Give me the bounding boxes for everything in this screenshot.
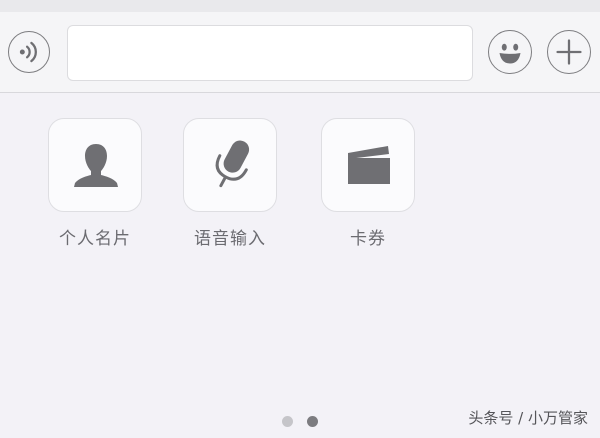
voice-input-tile[interactable]	[183, 118, 277, 212]
business-card-tile[interactable]	[48, 118, 142, 212]
emoji-button[interactable]	[488, 30, 532, 74]
watermark-text: 头条号 / 小万管家	[468, 409, 588, 427]
person-icon	[74, 144, 118, 187]
tool-voice-input[interactable]: 语音输入	[182, 118, 278, 249]
tool-label: 个人名片	[59, 229, 131, 249]
tool-coupon[interactable]: 卡券	[320, 118, 416, 249]
tool-label: 语音输入	[194, 229, 266, 249]
chat-input-bar	[0, 12, 600, 93]
coupon-tile[interactable]	[321, 118, 415, 212]
page-indicator	[282, 416, 322, 428]
tool-label: 卡券	[350, 229, 386, 249]
top-strip	[0, 0, 600, 12]
more-functions-button[interactable]	[547, 30, 591, 74]
message-input[interactable]	[67, 25, 473, 81]
card-wallet-icon	[348, 146, 390, 184]
plus-icon	[556, 39, 582, 65]
voice-wave-icon	[19, 41, 37, 63]
emoji-smile-icon	[499, 43, 521, 64]
tool-business-card[interactable]: 个人名片	[47, 118, 143, 249]
page-dot-1[interactable]	[282, 416, 293, 427]
microphone-icon	[215, 140, 250, 188]
page-dot-2-active[interactable]	[307, 416, 318, 427]
voice-toggle-button[interactable]	[8, 31, 50, 73]
